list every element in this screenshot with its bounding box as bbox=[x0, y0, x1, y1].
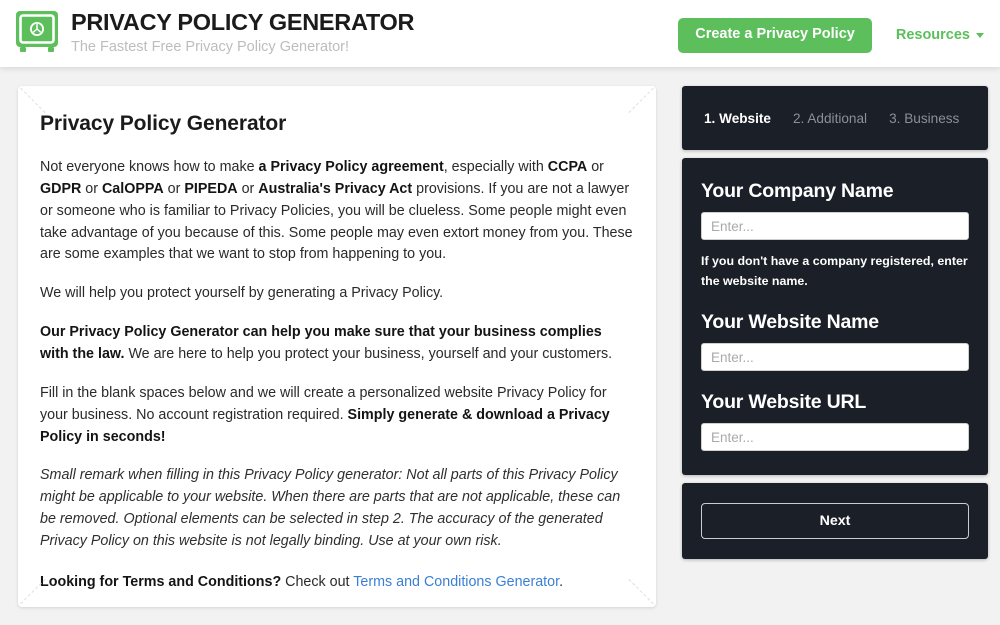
text-fragment: Australia's Privacy Act bbox=[258, 180, 413, 197]
website-url-input[interactable] bbox=[701, 423, 969, 452]
page-body: Privacy Policy Generator Not everyone kn… bbox=[0, 67, 1000, 625]
wizard-actions: Next bbox=[682, 483, 988, 560]
company-name-hint: If you don't have a company registered, … bbox=[701, 254, 968, 289]
text-fragment: We are here to help you protect your bus… bbox=[124, 346, 613, 363]
tab-additional[interactable]: 2. Additional bbox=[793, 111, 867, 126]
text-fragment: or bbox=[237, 180, 259, 197]
text-fragment: GDPR bbox=[40, 180, 82, 197]
wizard-panel: 1. Website 2. Additional 3. Business You… bbox=[682, 86, 988, 560]
text-fragment: . bbox=[559, 573, 564, 590]
company-name-input[interactable] bbox=[701, 212, 969, 240]
content-card: Privacy Policy Generator Not everyone kn… bbox=[18, 86, 656, 607]
website-url-label: Your Website URL bbox=[701, 391, 867, 414]
text-fragment: PIPEDA bbox=[184, 180, 238, 197]
company-name-label: Your Company Name bbox=[701, 180, 894, 202]
help-paragraph: We will help you protect yourself by gen… bbox=[40, 285, 444, 302]
website-name-label: Your Website Name bbox=[701, 311, 879, 334]
text-fragment: CalOPPA bbox=[101, 180, 164, 197]
terms-paragraph: Looking for Terms and Conditions? Check … bbox=[40, 572, 634, 594]
text-fragment: or bbox=[163, 180, 185, 197]
next-button[interactable]: Next bbox=[701, 503, 969, 540]
brand-title: PRIVACY POLICY GENERATOR bbox=[71, 9, 415, 35]
header-actions: Create a Privacy Policy Resources bbox=[678, 18, 984, 53]
disclaimer-paragraph: Small remark when filling in this Privac… bbox=[40, 467, 621, 550]
tab-website[interactable]: 1. Website bbox=[704, 111, 771, 126]
text-fragment: Looking for Terms and Conditions? bbox=[40, 573, 282, 590]
wizard-form: Your Company Name If you don't have a co… bbox=[682, 158, 988, 476]
brand-logo[interactable]: PRIVACY POLICY GENERATOR The Fastest Fre… bbox=[14, 9, 415, 58]
terms-and-conditions-generator-link[interactable]: Terms and Conditions Generator bbox=[353, 574, 559, 590]
page-title: Privacy Policy Generator bbox=[40, 112, 287, 135]
text-fragment: or bbox=[587, 159, 604, 175]
text-fragment: Not everyone knows how to make bbox=[40, 159, 259, 175]
text-fragment: CCPA bbox=[547, 159, 588, 175]
safe-vault-icon bbox=[16, 11, 58, 52]
nav-item-resources[interactable]: Resources bbox=[896, 27, 984, 43]
create-privacy-policy-button[interactable]: Create a Privacy Policy bbox=[678, 18, 872, 53]
nav-item-resources-label: Resources bbox=[895, 27, 970, 44]
website-name-input[interactable] bbox=[701, 343, 969, 372]
text-fragment: a Privacy Policy agreement bbox=[258, 159, 444, 175]
instructions-paragraph: Fill in the blank spaces below and we wi… bbox=[40, 383, 634, 449]
site-header: PRIVACY POLICY GENERATOR The Fastest Fre… bbox=[0, 0, 1000, 67]
brand-tagline: The Fastest Free Privacy Policy Generato… bbox=[71, 39, 350, 56]
chevron-down-icon bbox=[976, 32, 984, 38]
compliance-paragraph: Our Privacy Policy Generator can help yo… bbox=[40, 322, 634, 366]
intro-paragraph: Not everyone knows how to make a Privacy… bbox=[40, 157, 634, 266]
tab-business[interactable]: 3. Business bbox=[889, 111, 959, 126]
text-fragment: or bbox=[81, 180, 102, 197]
text-fragment: , especially with bbox=[443, 159, 548, 175]
wizard-tabs: 1. Website 2. Additional 3. Business bbox=[682, 86, 988, 150]
text-fragment: Check out bbox=[281, 573, 354, 590]
